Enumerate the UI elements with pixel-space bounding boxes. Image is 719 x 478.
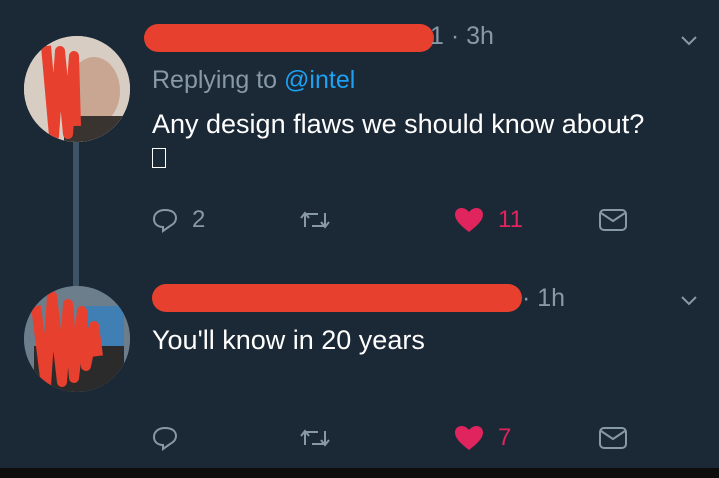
like-count: 11 bbox=[498, 206, 523, 233]
missing-glyph-box bbox=[152, 148, 166, 168]
tweet-2[interactable]: · 1h You'll know in 20 years 7 bbox=[0, 258, 719, 468]
tweet-1[interactable]: 1 · 3h Replying to @intel Any design fla… bbox=[0, 0, 719, 290]
chevron-down-icon[interactable] bbox=[680, 292, 698, 310]
tweet-text: Any design flaws we should know about? bbox=[152, 109, 645, 139]
redaction-scribble bbox=[31, 291, 103, 391]
tweet-text: You'll know in 20 years bbox=[152, 325, 425, 355]
heart-icon bbox=[455, 426, 483, 450]
dm-button[interactable] bbox=[598, 200, 628, 240]
reply-count: 2 bbox=[192, 206, 206, 233]
mention-link[interactable]: @intel bbox=[284, 66, 355, 94]
reply-icon bbox=[152, 426, 178, 451]
timestamp[interactable]: 1 · 3h bbox=[430, 22, 494, 51]
replying-label: Replying to bbox=[152, 66, 278, 94]
retweet-icon bbox=[300, 211, 330, 229]
avatar[interactable] bbox=[24, 36, 130, 142]
retweet-icon bbox=[300, 429, 330, 447]
envelope-icon bbox=[599, 209, 627, 231]
reply-button[interactable] bbox=[152, 418, 192, 458]
heart-icon bbox=[455, 208, 483, 232]
like-button[interactable]: 7 bbox=[454, 418, 511, 458]
redaction-scribble bbox=[144, 24, 434, 52]
dm-button[interactable] bbox=[598, 418, 628, 458]
redaction-scribble bbox=[152, 284, 522, 312]
chevron-down-icon[interactable] bbox=[680, 32, 698, 50]
avatar[interactable] bbox=[24, 286, 130, 392]
retweet-button[interactable] bbox=[298, 200, 346, 240]
reply-icon bbox=[152, 208, 178, 233]
envelope-icon bbox=[599, 427, 627, 449]
reply-button[interactable]: 2 bbox=[152, 200, 205, 240]
tweet-actions: 2 11 bbox=[152, 200, 652, 240]
retweet-button[interactable] bbox=[298, 418, 346, 458]
redaction-scribble bbox=[41, 45, 81, 141]
tweet-actions: 7 bbox=[152, 418, 652, 458]
replying-to: Replying to @intel bbox=[152, 66, 355, 95]
like-count: 7 bbox=[498, 424, 512, 451]
like-button[interactable]: 11 bbox=[454, 200, 523, 240]
timestamp[interactable]: · 1h bbox=[522, 284, 565, 313]
bottom-edge bbox=[0, 468, 719, 478]
